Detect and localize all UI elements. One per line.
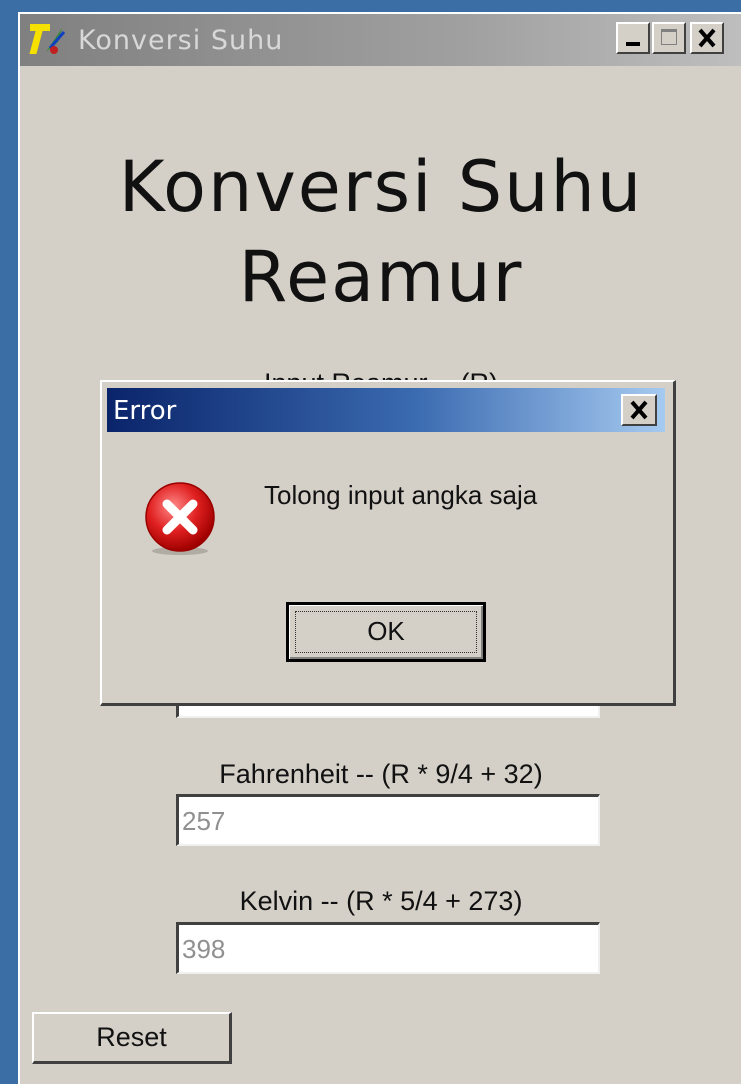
close-icon <box>630 400 648 420</box>
page-title-line1: Konversi Suhu <box>118 146 644 228</box>
main-titlebar[interactable]: Konversi Suhu <box>20 14 741 66</box>
dialog-titlebar[interactable]: Error <box>107 388 665 432</box>
kelvin-label: Kelvin -- (R * 5/4 + 273) <box>239 886 523 916</box>
close-icon <box>698 28 716 48</box>
dialog-title: Error <box>113 396 177 426</box>
page-title: Konversi Suhu Reamur <box>20 142 741 322</box>
maximize-icon <box>661 29 677 45</box>
dialog-message: Tolong input angka saja <box>264 480 538 510</box>
maximize-button[interactable] <box>652 22 686 54</box>
fahrenheit-output[interactable]: 257 <box>176 794 600 846</box>
error-icon <box>145 482 215 555</box>
kelvin-output[interactable]: 398 <box>176 922 600 974</box>
close-button[interactable] <box>690 22 724 54</box>
dialog-close-button[interactable] <box>621 394 657 426</box>
reset-button[interactable]: Reset <box>32 1012 232 1064</box>
page-title-line2: Reamur <box>238 236 524 318</box>
fahrenheit-label: Fahrenheit -- (R * 9/4 + 32) <box>219 759 543 789</box>
window-title: Konversi Suhu <box>78 25 284 56</box>
minimize-icon <box>626 42 640 46</box>
tk-feather-icon <box>29 24 66 54</box>
ok-button[interactable]: OK <box>286 602 486 662</box>
minimize-button[interactable] <box>616 22 650 54</box>
error-dialog: Error Tolong input angka saja OK <box>100 380 676 706</box>
ok-button-label: OK <box>367 616 405 646</box>
